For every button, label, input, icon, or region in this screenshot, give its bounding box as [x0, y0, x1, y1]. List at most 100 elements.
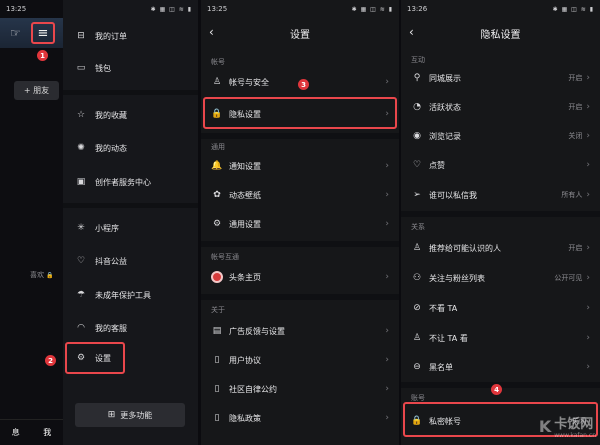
profile-panel: 13:25 ☞ ≡ 1 + 朋友 喜欢 🔒 息 我 [0, 0, 63, 445]
menu-item-minor-protection[interactable]: ☂ 未成年保护工具 [63, 285, 198, 305]
step-badge-4: 4 [491, 384, 502, 395]
divider [401, 211, 600, 217]
watermark-logo-icon: K [538, 416, 552, 436]
row-value: 关闭 [568, 132, 583, 140]
ad-icon: ▤ [212, 326, 222, 336]
chevron-right-icon: › [385, 161, 389, 171]
menu-item-mini-program[interactable]: ✳ 小程序 [63, 218, 198, 238]
step-badge-3: 3 [298, 79, 309, 90]
section-general: 通用 [211, 143, 225, 151]
creator-icon: ▣ [76, 177, 86, 187]
status-icons: ✱ ▦ ◫ ≋ ▮ [351, 5, 393, 13]
step-badge-2: 2 [45, 355, 56, 366]
row-same-city[interactable]: ⚲ 同城展示 开启 › [401, 67, 600, 89]
row-common[interactable]: ⚙ 通用设置 › [201, 213, 399, 235]
menu-item-moments[interactable]: ✺ 我的动态 [63, 138, 198, 158]
row-likes[interactable]: ♡ 点赞 › [401, 154, 600, 176]
menu-item-creator[interactable]: ▣ 创作者服务中心 [63, 172, 198, 192]
chevron-right-icon: › [385, 384, 389, 394]
status-time: 13:25 [207, 5, 228, 13]
back-icon[interactable]: ‹ [409, 25, 414, 39]
privacy-highlight [203, 97, 397, 129]
clock-icon: ◔ [413, 102, 421, 112]
row-policy[interactable]: ▯ 隐私政策 › [201, 407, 399, 429]
bottom-nav-messages[interactable]: 息 [12, 427, 20, 438]
user-icon: ♙ [412, 243, 422, 253]
chevron-right-icon: › [586, 243, 590, 253]
privacy-panel: 13:26 ✱ ▦ ◫ ≋ ▮ ‹ 隐私设置 互动 ⚲ 同城展示 开启 › ◔ … [401, 0, 600, 445]
section-account: 帐号 [211, 58, 225, 66]
page-title: 设置 [290, 29, 310, 41]
row-notify[interactable]: 🔔 通知设置 › [201, 155, 399, 177]
location-icon: ⚲ [413, 73, 421, 83]
wallet-icon: ▭ [76, 63, 86, 73]
section-relations: 关系 [411, 223, 425, 231]
row-recommend[interactable]: ♙ 推荐给可能认识的人 开启 › [401, 237, 600, 259]
eye-icon: ◉ [413, 131, 421, 141]
back-icon[interactable]: ‹ [209, 25, 214, 39]
row-hide-from[interactable]: ♙ 不让 TA 看 › [401, 327, 600, 349]
row-toutiao[interactable]: 头条主页 › [201, 266, 399, 288]
grid-icon: ⊞ [107, 410, 116, 420]
menu-item-label: 创作者服务中心 [95, 177, 151, 187]
row-label: 关注与粉丝列表 [429, 273, 485, 283]
row-who-can-message[interactable]: ➢ 谁可以私信我 所有人 › [401, 184, 600, 206]
likes-tab[interactable]: 喜欢 🔒 [30, 270, 54, 280]
page-title: 隐私设置 [480, 29, 521, 41]
add-friend-button[interactable]: + 朋友 [14, 81, 59, 100]
chevron-right-icon: › [586, 303, 590, 313]
row-active-status[interactable]: ◔ 活跃状态 开启 › [401, 96, 600, 118]
menu-button[interactable]: ≡ [31, 22, 55, 44]
row-label: 不让 TA 看 [429, 333, 468, 343]
bottom-nav-me[interactable]: 我 [43, 427, 51, 438]
chevron-right-icon: › [586, 190, 590, 200]
status-bar: 13:25 [0, 0, 63, 18]
row-label: 广告反馈与设置 [229, 326, 285, 336]
chevron-right-icon: › [586, 73, 590, 83]
more-features-button[interactable]: ⊞ 更多功能 [75, 403, 185, 427]
visitor-icon[interactable]: ☞ [10, 26, 21, 40]
heart-icon: ♡ [412, 160, 422, 170]
step-badge-1: 1 [37, 50, 48, 61]
block-icon: ⊖ [413, 362, 421, 372]
chevron-right-icon: › [385, 355, 389, 365]
menu-item-charity[interactable]: ♡ 抖音公益 [63, 251, 198, 271]
watermark-brand: 卡饭网 [554, 417, 594, 432]
row-label: 隐私政策 [229, 413, 261, 423]
row-history[interactable]: ◉ 浏览记录 关闭 › [401, 125, 600, 147]
row-community[interactable]: ▯ 社区自律公约 › [201, 378, 399, 400]
row-agreement[interactable]: ▯ 用户协议 › [201, 349, 399, 371]
side-menu-panel: ✱ ▦ ◫ ≋ ▮ ⊟ 我的订单 ▭ 钱包 ☆ 我的收藏 ✺ 我的动态 ▣ 创作… [63, 0, 198, 445]
menu-item-orders[interactable]: ⊟ 我的订单 [63, 26, 198, 46]
menu-item-favorites[interactable]: ☆ 我的收藏 [63, 105, 198, 125]
row-value: 开启 [568, 103, 583, 111]
chevron-right-icon: › [385, 190, 389, 200]
bell-icon: 🔔 [211, 161, 223, 171]
row-label: 通用设置 [229, 219, 261, 229]
star-icon: ☆ [76, 110, 86, 120]
row-follow-list[interactable]: ⚇ 关注与粉丝列表 公开可见 › [401, 267, 600, 289]
users-icon: ⚇ [412, 273, 422, 283]
divider [201, 241, 399, 247]
menu-item-label: 未成年保护工具 [95, 290, 151, 300]
bottom-nav: 息 我 [0, 419, 63, 445]
row-ads[interactable]: ▤ 广告反馈与设置 › [201, 320, 399, 342]
row-label: 浏览记录 [429, 131, 461, 141]
menu-item-wallet[interactable]: ▭ 钱包 [63, 58, 198, 78]
row-label: 点赞 [429, 160, 445, 170]
chevron-right-icon: › [385, 77, 389, 87]
menu-item-label: 我的客服 [95, 323, 127, 333]
umbrella-icon: ☂ [76, 290, 86, 300]
menu-item-service[interactable]: ◠ 我的客服 [63, 318, 198, 338]
more-features-label: 更多功能 [120, 410, 153, 420]
row-label: 用户协议 [229, 355, 261, 365]
header: ‹ 设置 [201, 18, 399, 48]
divider [201, 133, 399, 139]
chevron-right-icon: › [586, 362, 590, 372]
row-label: 动态壁纸 [229, 190, 261, 200]
row-hide-them[interactable]: ⊘ 不看 TA › [401, 297, 600, 319]
settings-highlight [65, 342, 125, 374]
row-label: 社区自律公约 [229, 384, 277, 394]
row-blacklist[interactable]: ⊖ 黑名单 › [401, 356, 600, 378]
row-wallpaper[interactable]: ✿ 动态壁纸 › [201, 184, 399, 206]
